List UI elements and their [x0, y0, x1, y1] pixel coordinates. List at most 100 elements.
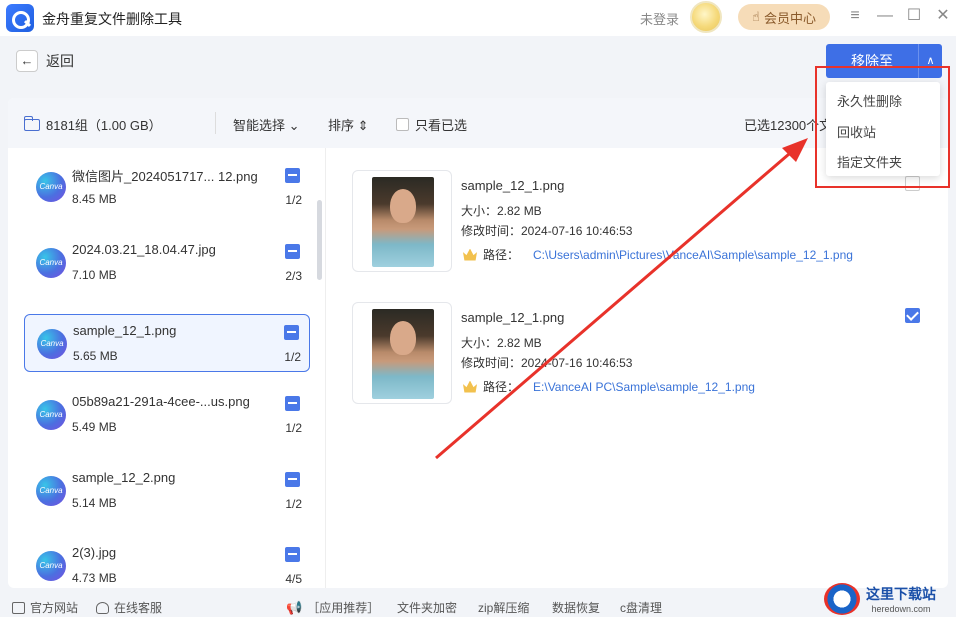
recommend-label: ［应用推荐］ [307, 601, 380, 615]
list-item[interactable]: Canva 微信图片_2024051717... 12.png 8.45 MB … [24, 158, 310, 216]
minimize-button[interactable]: — [875, 6, 895, 26]
online-service-link[interactable]: 在线客服 [96, 599, 162, 616]
path-row: 路径： C:\Users\admin\Pictures\VanceAI\Samp… [463, 246, 853, 263]
close-button[interactable]: ✕ [933, 6, 953, 26]
main-panel: 8181组（1.00 GB） 智能选择 ⌄ 排序 ⇕ 只看已选 已选12300个… [8, 98, 948, 588]
partial-checkbox[interactable] [284, 325, 299, 340]
only-selected-label: 只看已选 [415, 118, 468, 133]
scrollbar[interactable] [317, 200, 322, 280]
path-label: 路径： [483, 248, 520, 262]
file-name: 2(3).jpg [72, 545, 117, 560]
link-folder-encrypt[interactable]: 文件夹加密 [397, 599, 457, 616]
thumbs-up-icon: ☝ [752, 9, 760, 24]
avatar[interactable] [690, 1, 722, 33]
image-thumbnail [372, 177, 434, 267]
file-size: 8.45 MB [72, 192, 117, 206]
file-name: sample_12_2.png [72, 470, 176, 485]
filter-bar: 8181组（1.00 GB） 智能选择 ⌄ 排序 ⇕ 只看已选 已选12300个… [8, 98, 948, 148]
vip-label: 会员中心 [763, 10, 816, 26]
selection-count: 1/2 [285, 421, 302, 435]
path-row: 路径： E:\VanceAI PC\Sample\sample_12_1.png [463, 378, 755, 395]
file-group-list: Canva 微信图片_2024051717... 12.png 8.45 MB … [8, 148, 326, 588]
list-item[interactable]: Canva 2024.03.21_18.04.47.jpg 7.10 MB 2/… [24, 234, 310, 292]
file-size: 5.14 MB [72, 496, 117, 510]
list-item[interactable]: Canva 2(3).jpg 4.73 MB 4/5 [24, 537, 310, 588]
link-zip[interactable]: zip解压缩 [478, 599, 529, 616]
watermark-url: heredown.com [871, 603, 931, 614]
monitor-icon [12, 601, 25, 614]
back-arrow-icon: ← [16, 50, 38, 72]
canva-icon: Canva [37, 329, 67, 359]
only-selected-checkbox[interactable] [396, 118, 409, 131]
back-label: 返回 [46, 53, 74, 69]
thumbnail-frame [352, 170, 452, 272]
group-info-text: 8181组（1.00 GB） [46, 118, 162, 133]
file-size: 7.10 MB [72, 268, 117, 282]
app-logo-icon [6, 4, 34, 32]
selection-count: 1/2 [285, 497, 302, 511]
duplicate-file-card[interactable]: sample_12_1.png 大小：2.82 MB 修改时间：2024-07-… [352, 302, 932, 406]
canva-icon: Canva [36, 172, 66, 202]
watermark-title: 这里下载站 [866, 585, 936, 602]
crown-icon [463, 380, 477, 393]
canva-icon: Canva [36, 248, 66, 278]
link-data-recovery[interactable]: 数据恢复 [552, 599, 600, 616]
selection-count: 1/2 [285, 193, 302, 207]
speaker-icon: 📢 [286, 599, 303, 615]
path-link[interactable]: C:\Users\admin\Pictures\VanceAI\Sample\s… [533, 248, 853, 262]
canva-icon: Canva [36, 551, 66, 581]
image-thumbnail [372, 309, 434, 399]
canva-icon: Canva [36, 400, 66, 430]
path-label: 路径： [483, 380, 520, 394]
modified-time: 修改时间：2024-07-16 10:46:53 [461, 224, 633, 238]
list-item[interactable]: Canva 05b89a21-291a-4cee-...us.png 5.49 … [24, 386, 310, 444]
file-name: sample_12_1.png [461, 178, 565, 193]
title-bar: 金舟重复文件删除工具 未登录 ☝ 会员中心 ≡ — ☐ ✕ [0, 0, 956, 36]
watermark-logo [824, 582, 860, 615]
selection-count: 4/5 [285, 572, 302, 586]
file-name: sample_12_1.png [461, 310, 565, 325]
vip-center-button[interactable]: ☝ 会员中心 [738, 4, 830, 30]
path-link[interactable]: E:\VanceAI PC\Sample\sample_12_1.png [533, 380, 755, 394]
crown-icon [463, 248, 477, 261]
only-selected-toggle[interactable]: 只看已选 [396, 115, 467, 134]
modified-time: 修改时间：2024-07-16 10:46:53 [461, 356, 633, 370]
file-size: 5.65 MB [73, 349, 118, 363]
file-checkbox-checked[interactable] [905, 308, 920, 323]
thumbnail-frame [352, 302, 452, 404]
footer-bar: 官方网站 在线客服 📢 ［应用推荐］ 文件夹加密 zip解压缩 数据恢复 c盘清… [0, 596, 956, 617]
back-button[interactable]: ← 返回 [16, 50, 74, 72]
file-size: 大小：2.82 MB [461, 336, 542, 350]
selection-count: 2/3 [285, 269, 302, 283]
partial-checkbox[interactable] [285, 244, 300, 259]
maximize-button[interactable]: ☐ [904, 6, 924, 26]
highlight-box [815, 66, 950, 188]
watermark: 这里下载站 heredown.com [824, 580, 956, 617]
website-label: 官方网站 [30, 601, 79, 615]
file-name: 微信图片_2024051717... 12.png [72, 169, 258, 184]
link-c-drive-clean[interactable]: c盘清理 [620, 599, 662, 616]
list-item[interactable]: Canva sample_12_2.png 5.14 MB 1/2 [24, 462, 310, 520]
file-size: 大小：2.82 MB [461, 204, 542, 218]
partial-checkbox[interactable] [285, 396, 300, 411]
canva-icon: Canva [36, 476, 66, 506]
file-size: 5.49 MB [72, 420, 117, 434]
headset-icon [96, 601, 109, 614]
folder-icon [24, 115, 40, 131]
login-link[interactable]: 未登录 [640, 9, 679, 28]
divider [215, 112, 216, 134]
partial-checkbox[interactable] [285, 547, 300, 562]
smart-select-dropdown[interactable]: 智能选择 ⌄ [233, 115, 300, 134]
file-name: 05b89a21-291a-4cee-...us.png [72, 394, 250, 409]
partial-checkbox[interactable] [285, 472, 300, 487]
app-title: 金舟重复文件删除工具 [42, 11, 182, 27]
selection-count: 1/2 [284, 350, 301, 364]
partial-checkbox[interactable] [285, 168, 300, 183]
app-recommend: 📢 ［应用推荐］ [286, 599, 379, 616]
official-website-link[interactable]: 官方网站 [12, 599, 78, 616]
menu-icon[interactable]: ≡ [845, 6, 865, 26]
group-info: 8181组（1.00 GB） [24, 115, 162, 134]
service-label: 在线客服 [114, 601, 163, 615]
sort-button[interactable]: 排序 ⇕ [328, 115, 369, 134]
list-item-selected[interactable]: Canva sample_12_1.png 5.65 MB 1/2 [24, 314, 310, 372]
